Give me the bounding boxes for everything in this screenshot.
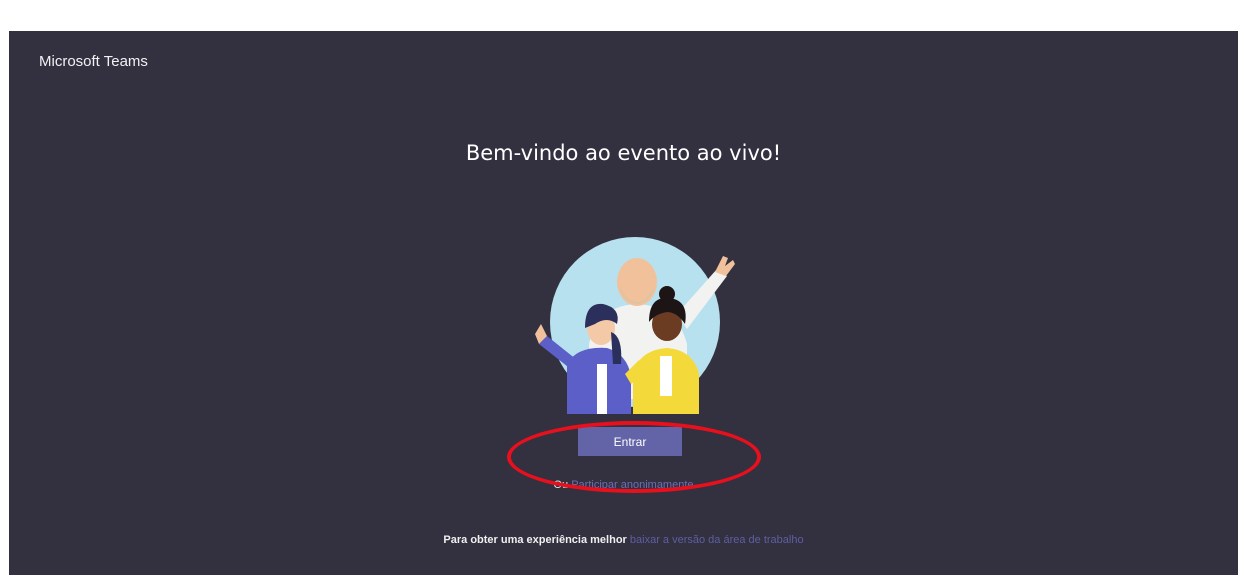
app-window: Microsoft Teams Bem-vindo ao evento ao v…: [9, 31, 1238, 575]
download-hint-text: Para obter uma experiência melhor: [443, 534, 627, 546]
app-title: Microsoft Teams: [39, 53, 148, 70]
welcome-heading: Bem-vindo ao evento ao vivo!: [465, 141, 782, 165]
welcome-illustration: [527, 224, 747, 424]
download-desktop-link[interactable]: baixar a versão da área de trabalho: [630, 534, 804, 546]
highlight-annotation: [507, 421, 761, 493]
download-hint: Para obter uma experiência melhor baixar…: [9, 534, 1238, 546]
